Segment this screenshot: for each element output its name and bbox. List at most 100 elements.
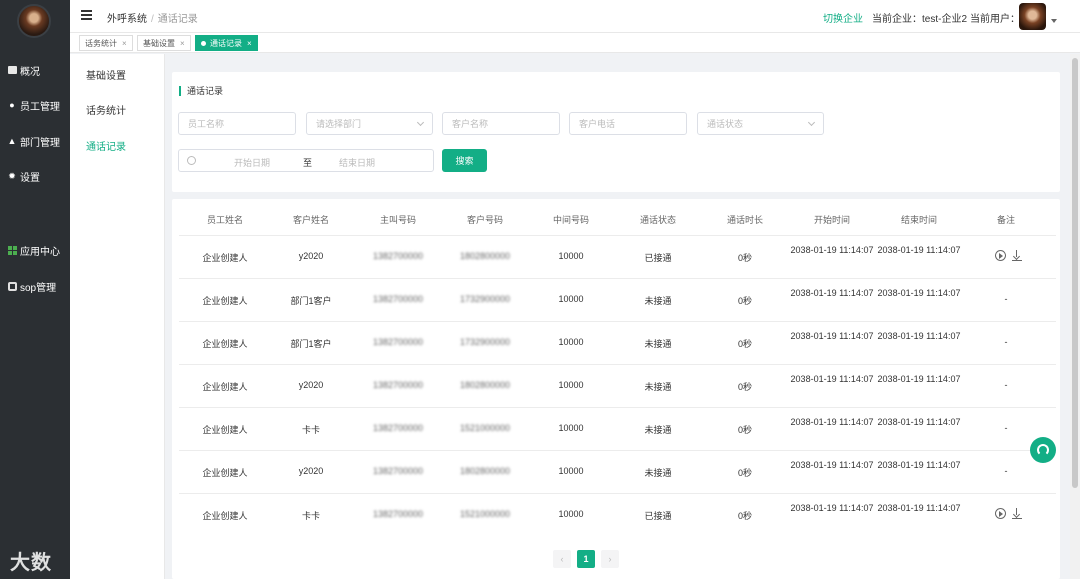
tab-label: 通话记录 bbox=[210, 38, 242, 48]
cell-status: 未接通 bbox=[644, 382, 672, 392]
menu-toggle-icon[interactable] bbox=[81, 10, 92, 20]
switch-company-link[interactable]: 切换企业 bbox=[823, 10, 863, 25]
close-icon[interactable]: × bbox=[247, 39, 252, 48]
sidebar-item-employees[interactable]: ● 员工管理 bbox=[0, 92, 70, 118]
user-avatar[interactable] bbox=[1019, 3, 1046, 30]
range-separator: 至 bbox=[303, 158, 313, 168]
scrollbar-thumb[interactable] bbox=[1072, 58, 1078, 488]
cell-start: 2038-01-19 11:14:07 bbox=[790, 374, 874, 384]
sidebar-item-sop[interactable]: sop管理 bbox=[0, 273, 70, 299]
company-avatar[interactable] bbox=[17, 4, 51, 38]
cell-duration: 0秒 bbox=[737, 468, 752, 478]
cell-employee: 企业创建人 bbox=[202, 382, 248, 392]
sidebar-item-label: 部门管理 bbox=[20, 137, 60, 149]
submenu-item-basic-settings[interactable]: 基础设置 bbox=[86, 67, 126, 82]
chevron-down-icon[interactable] bbox=[1051, 19, 1057, 23]
column-header: 结束时间 bbox=[900, 215, 937, 225]
cell-middle: 10000 bbox=[558, 423, 584, 433]
cell-caller: 1382700000 bbox=[372, 423, 424, 433]
play-recording-icon[interactable] bbox=[995, 250, 1006, 261]
row-actions bbox=[995, 508, 1022, 519]
submenu-item-traffic-stats[interactable]: 话务统计 bbox=[86, 102, 126, 117]
play-recording-icon[interactable] bbox=[995, 508, 1006, 519]
tab-basic-settings[interactable]: 基础设置 × bbox=[137, 35, 191, 51]
department-select[interactable]: 请选择部门 bbox=[306, 112, 433, 135]
cell-status: 已接通 bbox=[644, 253, 672, 263]
placeholder: 客户电话 bbox=[579, 119, 616, 129]
table-header: 员工姓名 客户姓名 主叫号码 客户号码 中间号码 通话状态 通话时长 开始时间 结束时间 备注 bbox=[172, 199, 1060, 235]
cell-middle: 10000 bbox=[558, 509, 584, 519]
tab-traffic-stats[interactable]: 话务统计 × bbox=[79, 35, 133, 51]
cell-cust-phone: 1732900000 bbox=[459, 294, 511, 304]
prev-page-button[interactable]: ‹ bbox=[553, 550, 571, 568]
column-header: 中间号码 bbox=[552, 215, 589, 225]
cell-employee: 企业创建人 bbox=[202, 468, 248, 478]
filter-card: 通话记录 员工名称 请选择部门 客户名称 客户电话 通话状态 开始日期 至 结束… bbox=[172, 72, 1060, 192]
column-header: 主叫号码 bbox=[379, 215, 416, 225]
column-header: 通话状态 bbox=[639, 215, 676, 225]
search-button[interactable]: 搜索 bbox=[442, 149, 487, 172]
sidebar-item-label: 概况 bbox=[20, 66, 40, 78]
cell-start: 2038-01-19 11:14:07 bbox=[790, 460, 874, 470]
placeholder: 客户名称 bbox=[452, 119, 489, 129]
breadcrumb-root[interactable]: 外呼系统 bbox=[107, 14, 147, 25]
tab-call-records[interactable]: 通话记录 × bbox=[195, 35, 258, 51]
cell-middle: 10000 bbox=[558, 251, 584, 261]
cell-end: 2038-01-19 11:14:07 bbox=[877, 374, 961, 384]
column-header: 员工姓名 bbox=[206, 215, 243, 225]
row-actions bbox=[995, 250, 1022, 261]
gear-icon: ✹ bbox=[8, 170, 16, 181]
placeholder: 请选择部门 bbox=[316, 119, 362, 129]
cell-duration: 0秒 bbox=[737, 253, 752, 263]
scrollbar[interactable] bbox=[1070, 54, 1080, 579]
download-icon[interactable] bbox=[1012, 508, 1022, 519]
download-icon[interactable] bbox=[1012, 250, 1022, 261]
cell-end: 2038-01-19 11:14:07 bbox=[877, 245, 961, 255]
sidebar-item-overview[interactable]: 概况 bbox=[0, 57, 70, 83]
cell-end: 2038-01-19 11:14:07 bbox=[877, 288, 961, 298]
breadcrumb: 外呼系统 / 通话记录 bbox=[107, 14, 198, 25]
customer-name-input[interactable]: 客户名称 bbox=[442, 112, 560, 135]
cube-icon bbox=[7, 281, 17, 291]
cell-end: 2038-01-19 11:14:07 bbox=[877, 460, 961, 470]
support-headset-button[interactable] bbox=[1030, 437, 1056, 463]
date-range-picker[interactable]: 开始日期 至 结束日期 bbox=[178, 149, 434, 172]
cell-status: 未接通 bbox=[644, 296, 672, 306]
table-row: 企业创建人 y2020 1382700000 1802800000 10000 未接通 0秒… bbox=[179, 450, 1056, 493]
cell-cust-phone: 1802800000 bbox=[459, 380, 511, 390]
cell-caller: 1382700000 bbox=[372, 380, 424, 390]
sidebar-item-label: sop管理 bbox=[20, 282, 57, 294]
call-status-select[interactable]: 通话状态 bbox=[697, 112, 824, 135]
overview-icon bbox=[7, 65, 17, 75]
table-row: 企业创建人 y2020 1382700000 1802800000 10000 未接通 0秒… bbox=[179, 364, 1056, 407]
cell-end: 2038-01-19 11:14:07 bbox=[877, 503, 961, 513]
cell-caller: 1382700000 bbox=[372, 251, 424, 261]
close-icon[interactable]: × bbox=[122, 39, 127, 48]
column-header: 开始时间 bbox=[813, 215, 850, 225]
page-1-button[interactable]: 1 bbox=[577, 550, 595, 568]
column-header: 通话时长 bbox=[726, 215, 763, 225]
apps-icon bbox=[7, 245, 17, 255]
customer-phone-input[interactable]: 客户电话 bbox=[569, 112, 687, 135]
sidebar-item-settings[interactable]: ✹ 设置 bbox=[0, 163, 70, 189]
cell-note: - bbox=[1004, 294, 1008, 304]
cell-middle: 10000 bbox=[558, 337, 584, 347]
sidebar-item-label: 员工管理 bbox=[20, 101, 60, 113]
employee-name-input[interactable]: 员工名称 bbox=[178, 112, 296, 135]
start-date-input[interactable]: 开始日期 bbox=[234, 156, 270, 169]
submenu-item-call-records[interactable]: 通话记录 bbox=[86, 138, 126, 153]
cell-note: - bbox=[1004, 380, 1008, 390]
placeholder: 通话状态 bbox=[707, 119, 744, 129]
clock-icon bbox=[187, 156, 196, 165]
next-page-button[interactable]: › bbox=[601, 550, 619, 568]
cell-status: 未接通 bbox=[644, 468, 672, 478]
placeholder: 员工名称 bbox=[188, 119, 225, 129]
end-date-input[interactable]: 结束日期 bbox=[339, 156, 375, 169]
watermark-logo: 大数跨境 bbox=[10, 552, 52, 574]
cell-employee: 企业创建人 bbox=[202, 511, 248, 521]
sidebar-item-app-center[interactable]: 应用中心 bbox=[0, 237, 70, 263]
sidebar-item-departments[interactable]: ▲ 部门管理 bbox=[0, 128, 70, 154]
cell-status: 已接通 bbox=[644, 511, 672, 521]
close-icon[interactable]: × bbox=[180, 39, 185, 48]
chevron-down-icon bbox=[416, 118, 425, 127]
